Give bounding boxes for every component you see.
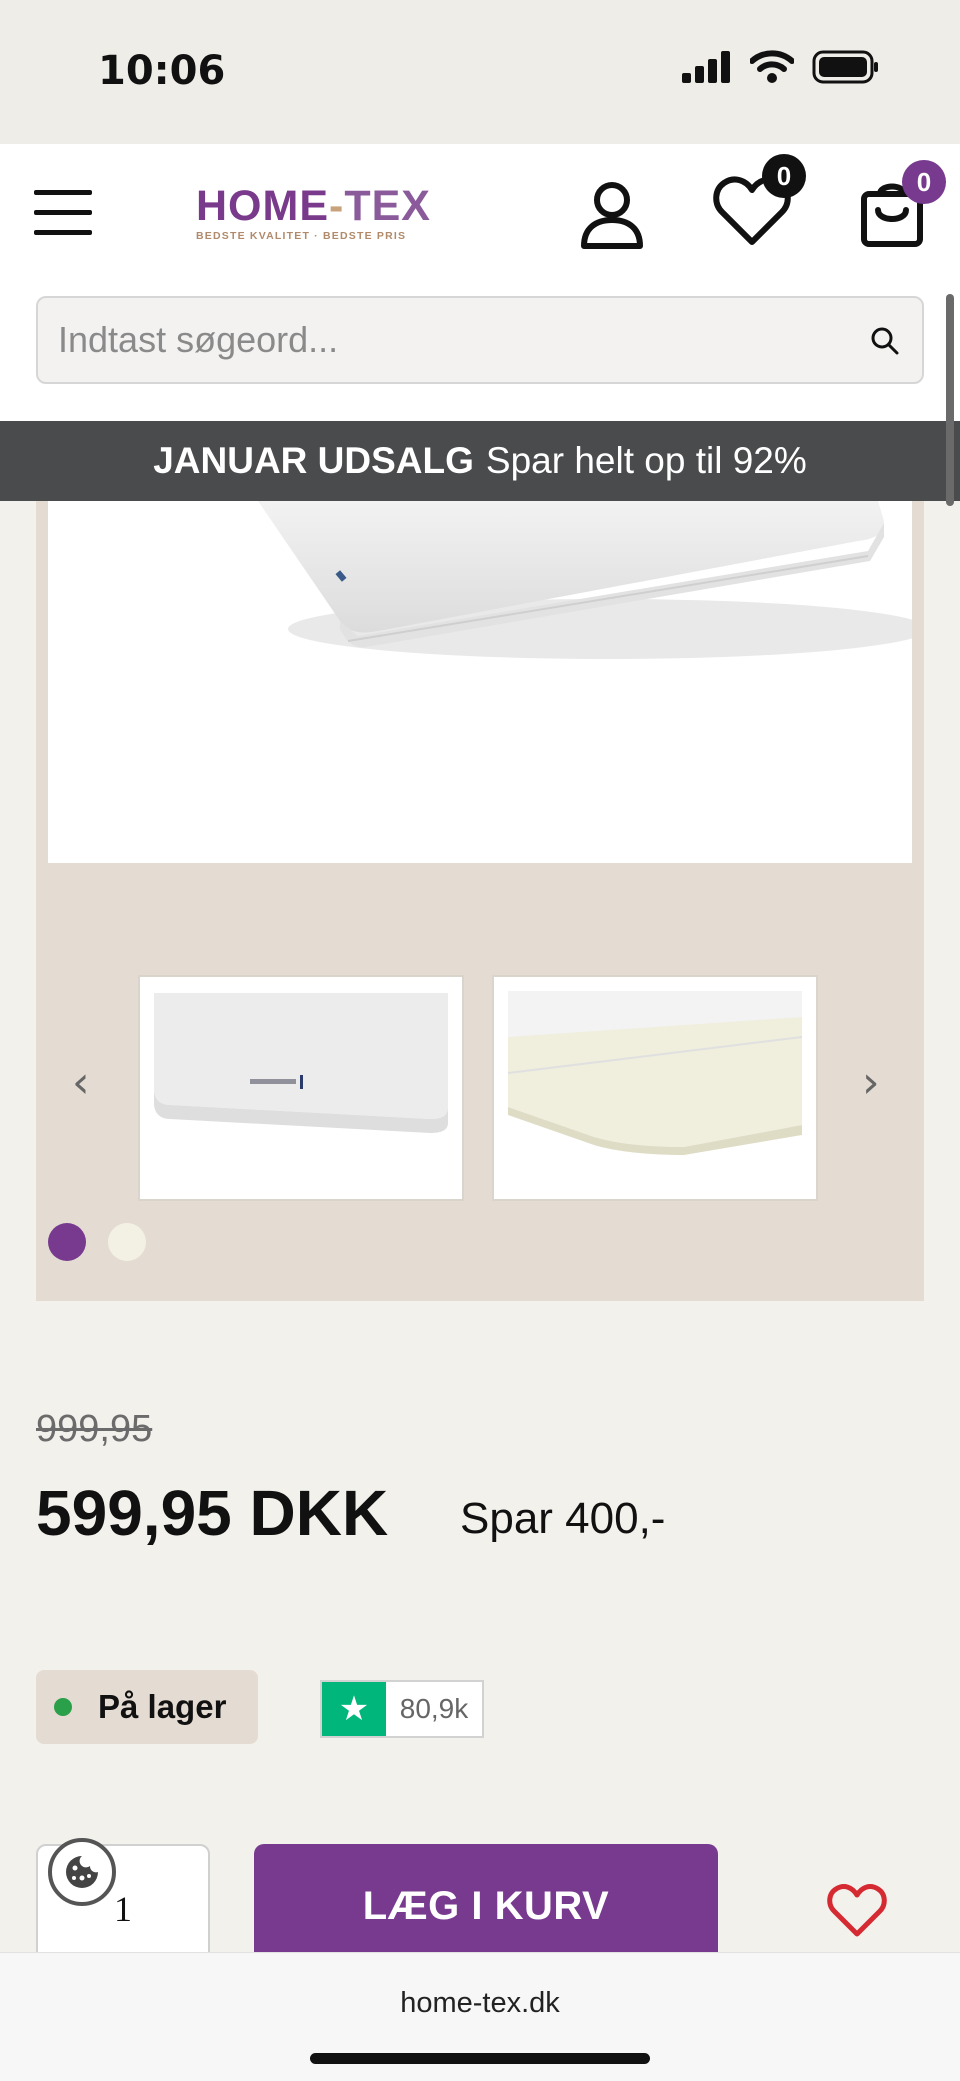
trustpilot-count: 80,9k [399,1693,469,1724]
cookie-settings-button[interactable] [48,1838,116,1906]
status-icons [682,50,880,84]
menu-button[interactable] [34,190,92,240]
product-main-image[interactable] [48,501,912,863]
cookie-icon [66,1856,98,1888]
url-text[interactable]: home-tex.dk [0,1987,960,2020]
logo-text-home: HOME [196,182,329,230]
product-gallery: ‹ › [36,501,924,1301]
cart-button[interactable]: 0 [860,160,946,252]
wifi-icon [750,50,794,83]
mattress-topper-image [258,501,912,659]
hamburger-icon [34,190,92,195]
stock-status: På lager [36,1670,258,1744]
wishlist-count-badge: 0 [762,154,806,198]
status-time: 10:06 [98,48,226,94]
user-icon [581,182,643,249]
trustpilot-widget[interactable]: ★ 80,9k [320,1680,484,1738]
logo-text-tex: TEX [344,182,431,230]
cart-count-badge: 0 [902,160,946,204]
in-stock-indicator [54,1698,72,1716]
search-bar [36,296,924,384]
current-price: 599,95 DKK [36,1477,389,1549]
gallery-prev-arrow[interactable]: ‹ [72,1057,90,1108]
account-button[interactable] [578,180,646,254]
status-bar: 10:06 [0,0,960,144]
wishlist-button[interactable]: 0 [712,154,806,252]
quantity-value: 1 [114,1889,132,1929]
heart-icon [827,1884,887,1937]
promo-banner[interactable]: JANUAR UDSALG Spar helt op til 92% [0,421,960,501]
gallery-next-arrow[interactable]: › [862,1057,880,1108]
site-logo[interactable]: HOME-TEX BEDSTE KVALITET · BEDSTE PRIS [196,184,446,254]
gallery-thumbnail[interactable] [492,975,818,1201]
site-header: HOME-TEX BEDSTE KVALITET · BEDSTE PRIS 0… [0,144,960,421]
star-icon: ★ [322,1682,386,1736]
browser-address-bar: home-tex.dk [0,1952,960,2081]
search-input[interactable] [58,312,838,368]
logo-tagline: BEDSTE KVALITET · BEDSTE PRIS [196,230,407,242]
add-to-cart-button[interactable]: LÆG I KURV [254,1844,718,1968]
promo-text: Spar helt op til 92% [485,440,807,481]
page-scrollbar[interactable] [946,294,954,506]
savings-label: Spar 400,- [460,1494,666,1543]
cellular-signal-icon [682,51,730,83]
gallery-dot-active[interactable] [48,1223,86,1261]
stock-label: På lager [98,1688,227,1725]
add-to-wishlist-button[interactable] [826,1882,888,1942]
gallery-dot[interactable] [108,1223,146,1261]
search-icon[interactable] [870,326,900,356]
home-indicator[interactable] [310,2053,650,2064]
logo-text-dash: - [329,182,345,230]
battery-icon [812,50,878,84]
old-price: 999,95 [36,1408,153,1450]
gallery-thumbnail[interactable] [138,975,464,1201]
promo-title: JANUAR UDSALG [153,440,474,481]
